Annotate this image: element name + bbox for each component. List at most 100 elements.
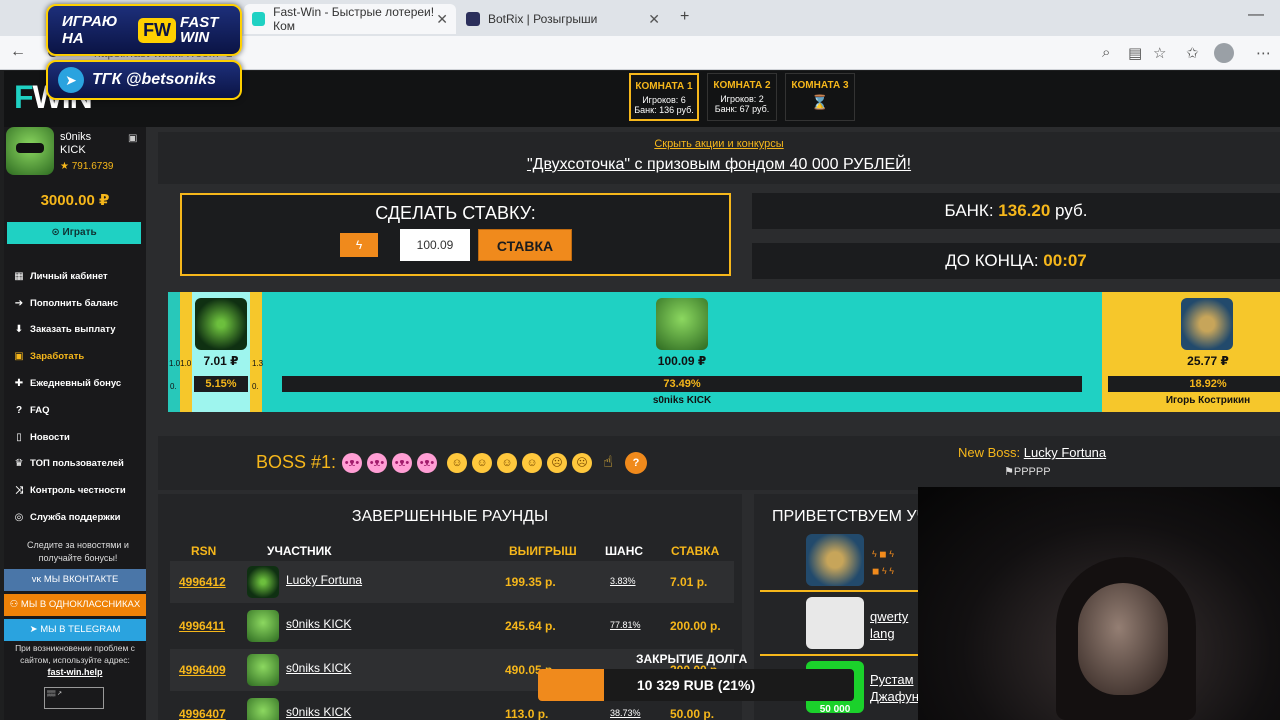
promo-title-link[interactable]: "Двухсоточка" с призовым фондом 40 000 Р… [158,156,1280,174]
telegram-icon: ➤ [58,67,84,93]
player-segment-small [168,292,180,412]
sidebar-item-cabinet[interactable]: ▦ Личный кабинет [12,263,144,290]
divider [760,654,920,656]
cabinet-icon: ▦ [14,270,24,282]
follow-text: Следите за новостями и получайте бонусы! [27,540,129,563]
arrow-icon: ▒▒ ↗ [47,691,63,697]
new-user-avatar[interactable] [806,534,864,586]
hide-promos-link[interactable]: Скрыть акции и конкурсы [158,138,1280,150]
favorite-star-icon[interactable]: ☆ [1153,44,1166,62]
reader-icon[interactable]: ▤ [1128,44,1142,62]
timer-stat: ДО КОНЦА: 00:07 [752,243,1280,279]
participant-name[interactable]: s0niks KICK [286,705,351,719]
sidebar: s0niks KICK ★ 791.6739 ▣ 3000.00 ₽ ⊙ Игр… [4,127,146,720]
user-balance: 3000.00 ₽ [40,192,110,209]
back-icon[interactable]: ← [10,43,26,61]
room-1[interactable]: КОМНАТА 1 Игроков: 6 Банк: 136 руб. [629,73,699,121]
col-rsn: RSN [191,544,217,558]
vk-icon: ᴠᴋ [31,574,44,585]
url-field[interactable]: https://fast-win.../?room=1 [84,42,1164,64]
player-name: s0niks KICK [652,395,712,406]
close-tab-icon[interactable]: ✕ [436,11,448,28]
stake-button[interactable]: СТАВКА [478,229,572,261]
profile-avatar[interactable] [1214,43,1234,63]
sidebar-item-daily-bonus[interactable]: ✚ Ежедневный бонус [12,370,144,397]
player-avatar [1181,298,1233,350]
player-avatar [195,298,247,350]
participant-name[interactable]: s0niks KICK [286,617,351,631]
ok-button[interactable]: ⚇ МЫ В ОДНОКЛАССНИКАХ [4,594,146,616]
favorites-icon[interactable]: ✩ [1186,44,1199,62]
mirror-link-image[interactable]: ▒▒ ↗ [44,687,104,709]
tiny-amount: 1.01.0 [169,359,192,368]
new-user-name[interactable]: qwerty lang [870,608,908,642]
close-tab-icon[interactable]: ✕ [648,11,660,28]
new-user-avatar[interactable] [806,597,864,649]
menu-dots-icon[interactable]: ⋯ [1256,44,1271,62]
user-avatar[interactable] [6,127,54,175]
round-id-link[interactable]: 4996409 [179,663,226,677]
win-chance[interactable]: 38.73% [610,708,641,718]
debt-label: ЗАКРЫТИЕ ДОЛГА [636,652,748,666]
gamepad-icon: ⊙ [51,227,63,238]
bank-stat: БАНК: 136.20 руб. [752,193,1280,229]
sidebar-item-withdraw[interactable]: ⬇ Заказать выплату [12,317,144,344]
player-avatar [656,298,708,350]
participant-name[interactable]: s0niks KICK [286,661,351,675]
fw-logo-mark: F [14,79,34,115]
help-link[interactable]: fast-win.help [4,667,146,677]
quick-bet-button[interactable]: ϟ [340,233,378,257]
room-2[interactable]: КОМНАТА 2 Игроков: 2 Банк: 67 руб. [707,73,777,121]
pig-emoji-icon: •ᴥ• [367,453,387,473]
sidebar-item-faq[interactable]: ? FAQ [12,397,144,424]
tab-botrix[interactable]: BotRix | Розыгрыши ✕ [458,4,668,34]
participant-name[interactable]: Lucky Fortuna [286,573,362,587]
sidebar-item-earn[interactable]: ▣ Заработать [12,343,144,370]
round-id-link[interactable]: 4996407 [179,707,226,720]
bet-amount-input[interactable] [400,229,470,261]
sidebar-item-support[interactable]: ◎ Служба поддержки [12,504,144,531]
user-name: s0niks KICK [60,131,92,156]
tiny-chance: 0. [170,382,177,391]
participant-avatar [247,610,279,642]
laughing-emoji-icon: ☺ [447,453,467,473]
gift-icon: ✚ [14,378,24,390]
stake-amount: 200.00 р. [670,619,721,633]
telegram-button[interactable]: ➤ МЫ В TELEGRAM [4,619,146,641]
new-boss-name[interactable]: Lucky Fortuna [1024,445,1106,460]
new-tab-icon[interactable]: + [680,8,689,26]
debt-progress-text: 10 329 RUB (21%) [636,677,756,693]
angry-emoji-icon: ☹ [547,453,567,473]
col-chance: ШАНС [605,544,644,558]
round-strip: 1.01.0 1.3 0. 0. 7.01 ₽ 5.15% 100.09 ₽ 7… [168,292,1280,412]
room-3[interactable]: КОМНАТА 3 ⌛ [785,73,855,121]
sidebar-item-news[interactable]: ▯ Новости [12,424,144,451]
support-icon: ◎ [14,512,24,524]
round-id-link[interactable]: 4996412 [179,575,226,589]
webcam-overlay [918,487,1280,720]
sidebar-item-top-users[interactable]: ♛ ТОП пользователей [12,451,144,478]
webcam-face [1078,583,1168,695]
play-button[interactable]: ⊙ Играть [7,222,141,244]
col-stake: СТАВКА [671,544,720,558]
sidebar-item-deposit[interactable]: ➔ Пополнить баланс [12,290,144,317]
win-chance[interactable]: 3.83% [610,576,636,586]
zoom-icon[interactable]: ⌕ [1102,44,1110,61]
timer-value: 00:07 [1043,251,1087,270]
tab-fastwin[interactable]: Fast-Win - Быстрые лотереи! Ком ✕ [244,4,456,34]
room-selector: КОМНАТА 1 Игроков: 6 Банк: 136 руб. КОМН… [629,73,855,121]
win-amount: 199.35 р. [505,575,556,589]
win-chance[interactable]: 77.81% [610,620,641,630]
profile-card-icon[interactable]: ▣ [128,133,137,144]
new-user-name[interactable]: Рустам Джафун [870,671,919,705]
sidebar-item-fairness[interactable]: ⤨ Контроль честности [12,477,144,504]
round-id-link[interactable]: 4996411 [179,619,225,633]
telegram-icon: ➤ [29,624,41,635]
player-segment-small [180,292,192,412]
tab-title: Fast-Win - Быстрые лотереи! Ком [273,5,435,33]
vk-button[interactable]: ᴠᴋ МЫ ВКОНТАКТЕ [4,569,146,591]
ok-icon: ⚇ [9,599,21,610]
minimize-icon[interactable]: — [1248,6,1264,24]
kissing-emoji-icon: ☺ [497,453,517,473]
stream-badge-playing: ИГРАЮ НА FW FAST WIN [46,4,242,56]
